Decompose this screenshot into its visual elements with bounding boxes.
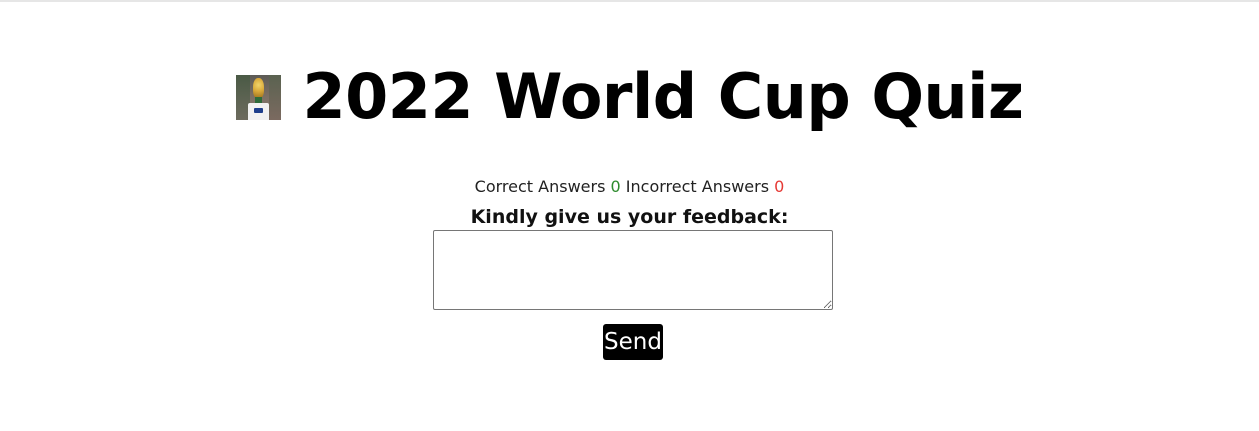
correct-answers-label: Correct Answers xyxy=(474,177,606,196)
correct-answers-count: 0 xyxy=(610,177,621,196)
title-row: 2022 World Cup Quiz xyxy=(0,62,1259,132)
send-button[interactable]: Send xyxy=(603,324,663,360)
incorrect-answers-count: 0 xyxy=(774,177,785,196)
page-title: 2022 World Cup Quiz xyxy=(302,60,1025,133)
feedback-textarea[interactable] xyxy=(433,230,833,310)
top-divider xyxy=(0,0,1259,2)
score-summary: Correct Answers 0 Incorrect Answers 0 xyxy=(0,176,1259,198)
feedback-label: Kindly give us your feedback: xyxy=(470,206,789,228)
page: 2022 World Cup Quiz Correct Answers 0 In… xyxy=(0,0,1259,431)
incorrect-answers-label: Incorrect Answers xyxy=(625,177,770,196)
trophy-icon xyxy=(235,74,281,120)
